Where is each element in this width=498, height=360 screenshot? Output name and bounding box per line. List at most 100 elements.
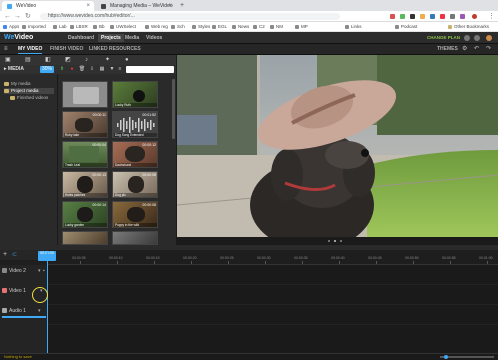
audio-icon[interactable]: ♪ [85, 57, 91, 63]
bookmark-item[interactable]: NM [270, 23, 283, 31]
tab-my-video[interactable]: MY VIDEO [18, 46, 43, 54]
address-bar[interactable]: https://www.wevideo.com/hub#editor/... [40, 13, 340, 20]
profile-avatar[interactable] [472, 14, 477, 19]
bookmark-item[interactable]: Styles [192, 23, 210, 31]
transitions-icon[interactable]: ◧ [45, 57, 51, 63]
extension-icon[interactable] [390, 14, 395, 19]
preview-frame[interactable] [177, 55, 498, 237]
media-thumbnail[interactable]: Lucky Ruth [112, 81, 158, 108]
media-thumbnail[interactable] [112, 231, 158, 245]
themes-button[interactable]: THEMES [437, 46, 458, 53]
bookmark-item[interactable]: Imported [22, 23, 46, 31]
play-icon[interactable] [334, 240, 336, 242]
tab-finish-video[interactable]: FINISH VIDEO [50, 46, 83, 53]
wevideo-logo[interactable]: WeVideo [4, 34, 33, 42]
media-thumbnail[interactable]: 00:00:13 Holes patches [62, 171, 108, 198]
audio-volume-slider[interactable] [2, 316, 46, 318]
timeline-zoom-slider[interactable] [440, 356, 494, 358]
track-options-icon[interactable]: ▾ [38, 267, 41, 275]
media-thumbnail[interactable]: 00:00:11 Ruby lake [62, 111, 108, 138]
nav-media[interactable]: Media [125, 34, 139, 42]
menu-icon[interactable]: ⋮ [488, 12, 495, 21]
media-thumbnail[interactable] [62, 231, 108, 245]
media-thumbnail[interactable]: 00:00:14 Lucky garden [62, 201, 108, 228]
bookmark-item[interactable]: Links [345, 23, 362, 31]
undo-icon[interactable]: ↶ [474, 46, 479, 53]
extension-icon[interactable] [400, 14, 405, 19]
sort-icon[interactable]: ≡ [116, 66, 124, 73]
bookmark-item[interactable]: Lab [53, 23, 67, 31]
bookmark-item[interactable]: Apps [3, 23, 19, 31]
effects-icon[interactable]: ✦ [105, 57, 111, 63]
bookmark-item[interactable]: Bb [93, 23, 105, 31]
media-thumbnail-audio[interactable]: 00:01:52 Dog Song Extended [112, 111, 158, 138]
notifications-icon[interactable] [474, 35, 480, 41]
extension-icon[interactable] [410, 14, 415, 19]
move-icon[interactable]: ⇩ [88, 66, 96, 73]
extension-icon[interactable] [450, 14, 455, 19]
upload-icon[interactable]: ⬆ [58, 66, 66, 73]
bookmark-folder-other[interactable]: Other Bookmarks [448, 23, 489, 31]
extension-icon[interactable] [420, 14, 425, 19]
track-lane-video-1[interactable] [48, 285, 498, 305]
extension-icon[interactable] [430, 14, 435, 19]
media-thumbnail-folder[interactable] [62, 81, 108, 108]
delete-icon[interactable]: 🗑 [78, 66, 86, 73]
close-icon[interactable]: × [168, 1, 172, 11]
tree-item-my-media[interactable]: My media [4, 81, 31, 87]
media-thumbnail[interactable]: 00:00:08 Puppy in the wild [112, 201, 158, 228]
magnet-icon[interactable]: ⊂ [12, 251, 17, 259]
reload-icon[interactable]: ↻ [25, 12, 31, 21]
change-plan-link[interactable]: CHANGE PLAN [427, 34, 460, 42]
bookmark-item[interactable]: Sch [171, 23, 185, 31]
extension-icon[interactable] [440, 14, 445, 19]
tab-linked-resources[interactable]: LINKED RESOURCES [89, 46, 141, 53]
media-thumbnail[interactable]: 00:00:08 Dog pic [112, 171, 158, 198]
next-frame-icon[interactable] [340, 240, 342, 242]
grid-view-icon[interactable]: ▦ [98, 66, 106, 73]
media-search-input[interactable] [126, 66, 174, 73]
bookmark-item[interactable]: Web reg [145, 23, 168, 31]
redo-icon[interactable]: ↷ [486, 46, 491, 53]
playhead-line[interactable] [47, 252, 48, 356]
track-header-audio-1[interactable]: Audio 1 ▾ [0, 307, 48, 315]
new-tab-icon[interactable]: + [180, 1, 184, 10]
settings-icon[interactable]: ⚙ [462, 46, 467, 53]
close-icon[interactable]: × [86, 1, 90, 11]
bookmark-item[interactable]: LBSR [70, 23, 88, 31]
record-media-icon[interactable]: ● [68, 66, 76, 73]
bookmark-item[interactable]: MP [295, 23, 308, 31]
graphics-icon[interactable]: ◩ [65, 57, 71, 63]
tree-item-finished-videos[interactable]: Finished videos [10, 95, 48, 101]
zoom-slider-knob[interactable] [444, 355, 448, 359]
text-icon[interactable]: ▤ [25, 57, 31, 63]
bookmark-item[interactable]: C2 [253, 23, 265, 31]
bookmark-item[interactable]: EGL [212, 23, 227, 31]
hamburger-menu-icon[interactable]: ≡ [4, 46, 8, 53]
timeline-ruler[interactable]: 00:00:05 00:00:10 00:00:15 00:00:20 00:00:25… [48, 250, 498, 265]
bookmark-item[interactable]: News [232, 23, 249, 31]
media-thumbnail[interactable]: 00:00:04 Trash Leal [62, 141, 108, 168]
nav-videos[interactable]: Videos [146, 34, 162, 42]
back-icon[interactable]: ← [4, 12, 11, 21]
extension-icon[interactable] [460, 14, 465, 19]
bookmark-item[interactable]: Podcast [395, 23, 417, 31]
browser-tab-managing-media[interactable]: Managing Media – WeVideo × [96, 1, 176, 11]
add-track-icon[interactable]: + [3, 251, 7, 259]
browser-tab-wevideo[interactable]: WeVideo × [2, 1, 94, 11]
track-header-video-2[interactable]: Video 2 ▾ ▪ [0, 267, 48, 275]
nav-projects[interactable]: Projects [98, 34, 124, 42]
track-options-icon[interactable]: ▾ [38, 307, 41, 315]
media-folder-icon[interactable]: ▣ [5, 57, 11, 63]
media-scrollbar[interactable] [172, 79, 175, 139]
bookmark-item[interactable]: UWSelect [110, 23, 136, 31]
nav-dashboard[interactable]: Dashboard [68, 34, 94, 42]
prev-frame-icon[interactable] [328, 240, 330, 242]
tree-item-project-media[interactable]: Project media [4, 88, 54, 94]
track-lock-icon[interactable]: ▪ [43, 267, 45, 275]
record-icon[interactable]: ● [125, 57, 131, 63]
media-thumbnail[interactable]: 00:00:12 Dachshund [112, 141, 158, 168]
track-lane-audio-1[interactable] [48, 305, 498, 325]
track-lane-video-2[interactable] [48, 265, 498, 285]
filter-icon[interactable]: ▼ [108, 66, 116, 73]
